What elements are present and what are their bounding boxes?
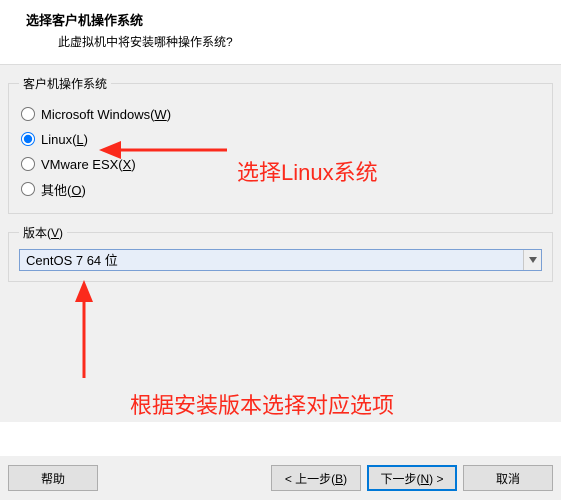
radio-windows[interactable]	[21, 107, 35, 121]
wizard-footer: 帮助 < 上一步(B) 下一步(N) > 取消	[0, 456, 561, 500]
radio-windows-label: Microsoft Windows(W)	[41, 107, 171, 122]
version-selected-value: CentOS 7 64 位	[20, 250, 523, 270]
radio-other-label: 其他(O)	[41, 180, 86, 199]
radio-vmware-esx-label: VMware ESX(X)	[41, 157, 136, 172]
version-group: 版本(V) CentOS 7 64 位	[8, 224, 553, 282]
combobox-dropdown-button[interactable]	[523, 250, 541, 270]
radio-vmware-esx[interactable]	[21, 157, 35, 171]
chevron-down-icon	[529, 257, 537, 263]
radio-other[interactable]	[21, 182, 35, 196]
guest-os-group: 客户机操作系统 Microsoft Windows(W) Linux(L) VM…	[8, 75, 553, 214]
cancel-button[interactable]: 取消	[463, 465, 553, 491]
radio-row-linux[interactable]: Linux(L)	[19, 128, 542, 150]
wizard-title: 选择客户机操作系统	[26, 10, 555, 29]
help-button[interactable]: 帮助	[8, 465, 98, 491]
radio-linux-label: Linux(L)	[41, 132, 88, 147]
wizard-content: 客户机操作系统 Microsoft Windows(W) Linux(L) VM…	[0, 65, 561, 422]
guest-os-legend: 客户机操作系统	[19, 75, 111, 92]
wizard-subtitle: 此虚拟机中将安装哪种操作系统?	[58, 33, 555, 50]
radio-row-other[interactable]: 其他(O)	[19, 178, 542, 200]
next-button[interactable]: 下一步(N) >	[367, 465, 457, 491]
radio-row-windows[interactable]: Microsoft Windows(W)	[19, 103, 542, 125]
version-combobox[interactable]: CentOS 7 64 位	[19, 249, 542, 271]
wizard-header: 选择客户机操作系统 此虚拟机中将安装哪种操作系统?	[0, 0, 561, 65]
back-button[interactable]: < 上一步(B)	[271, 465, 361, 491]
version-legend: 版本(V)	[19, 224, 67, 241]
radio-row-vmware-esx[interactable]: VMware ESX(X)	[19, 153, 542, 175]
radio-linux[interactable]	[21, 132, 35, 146]
